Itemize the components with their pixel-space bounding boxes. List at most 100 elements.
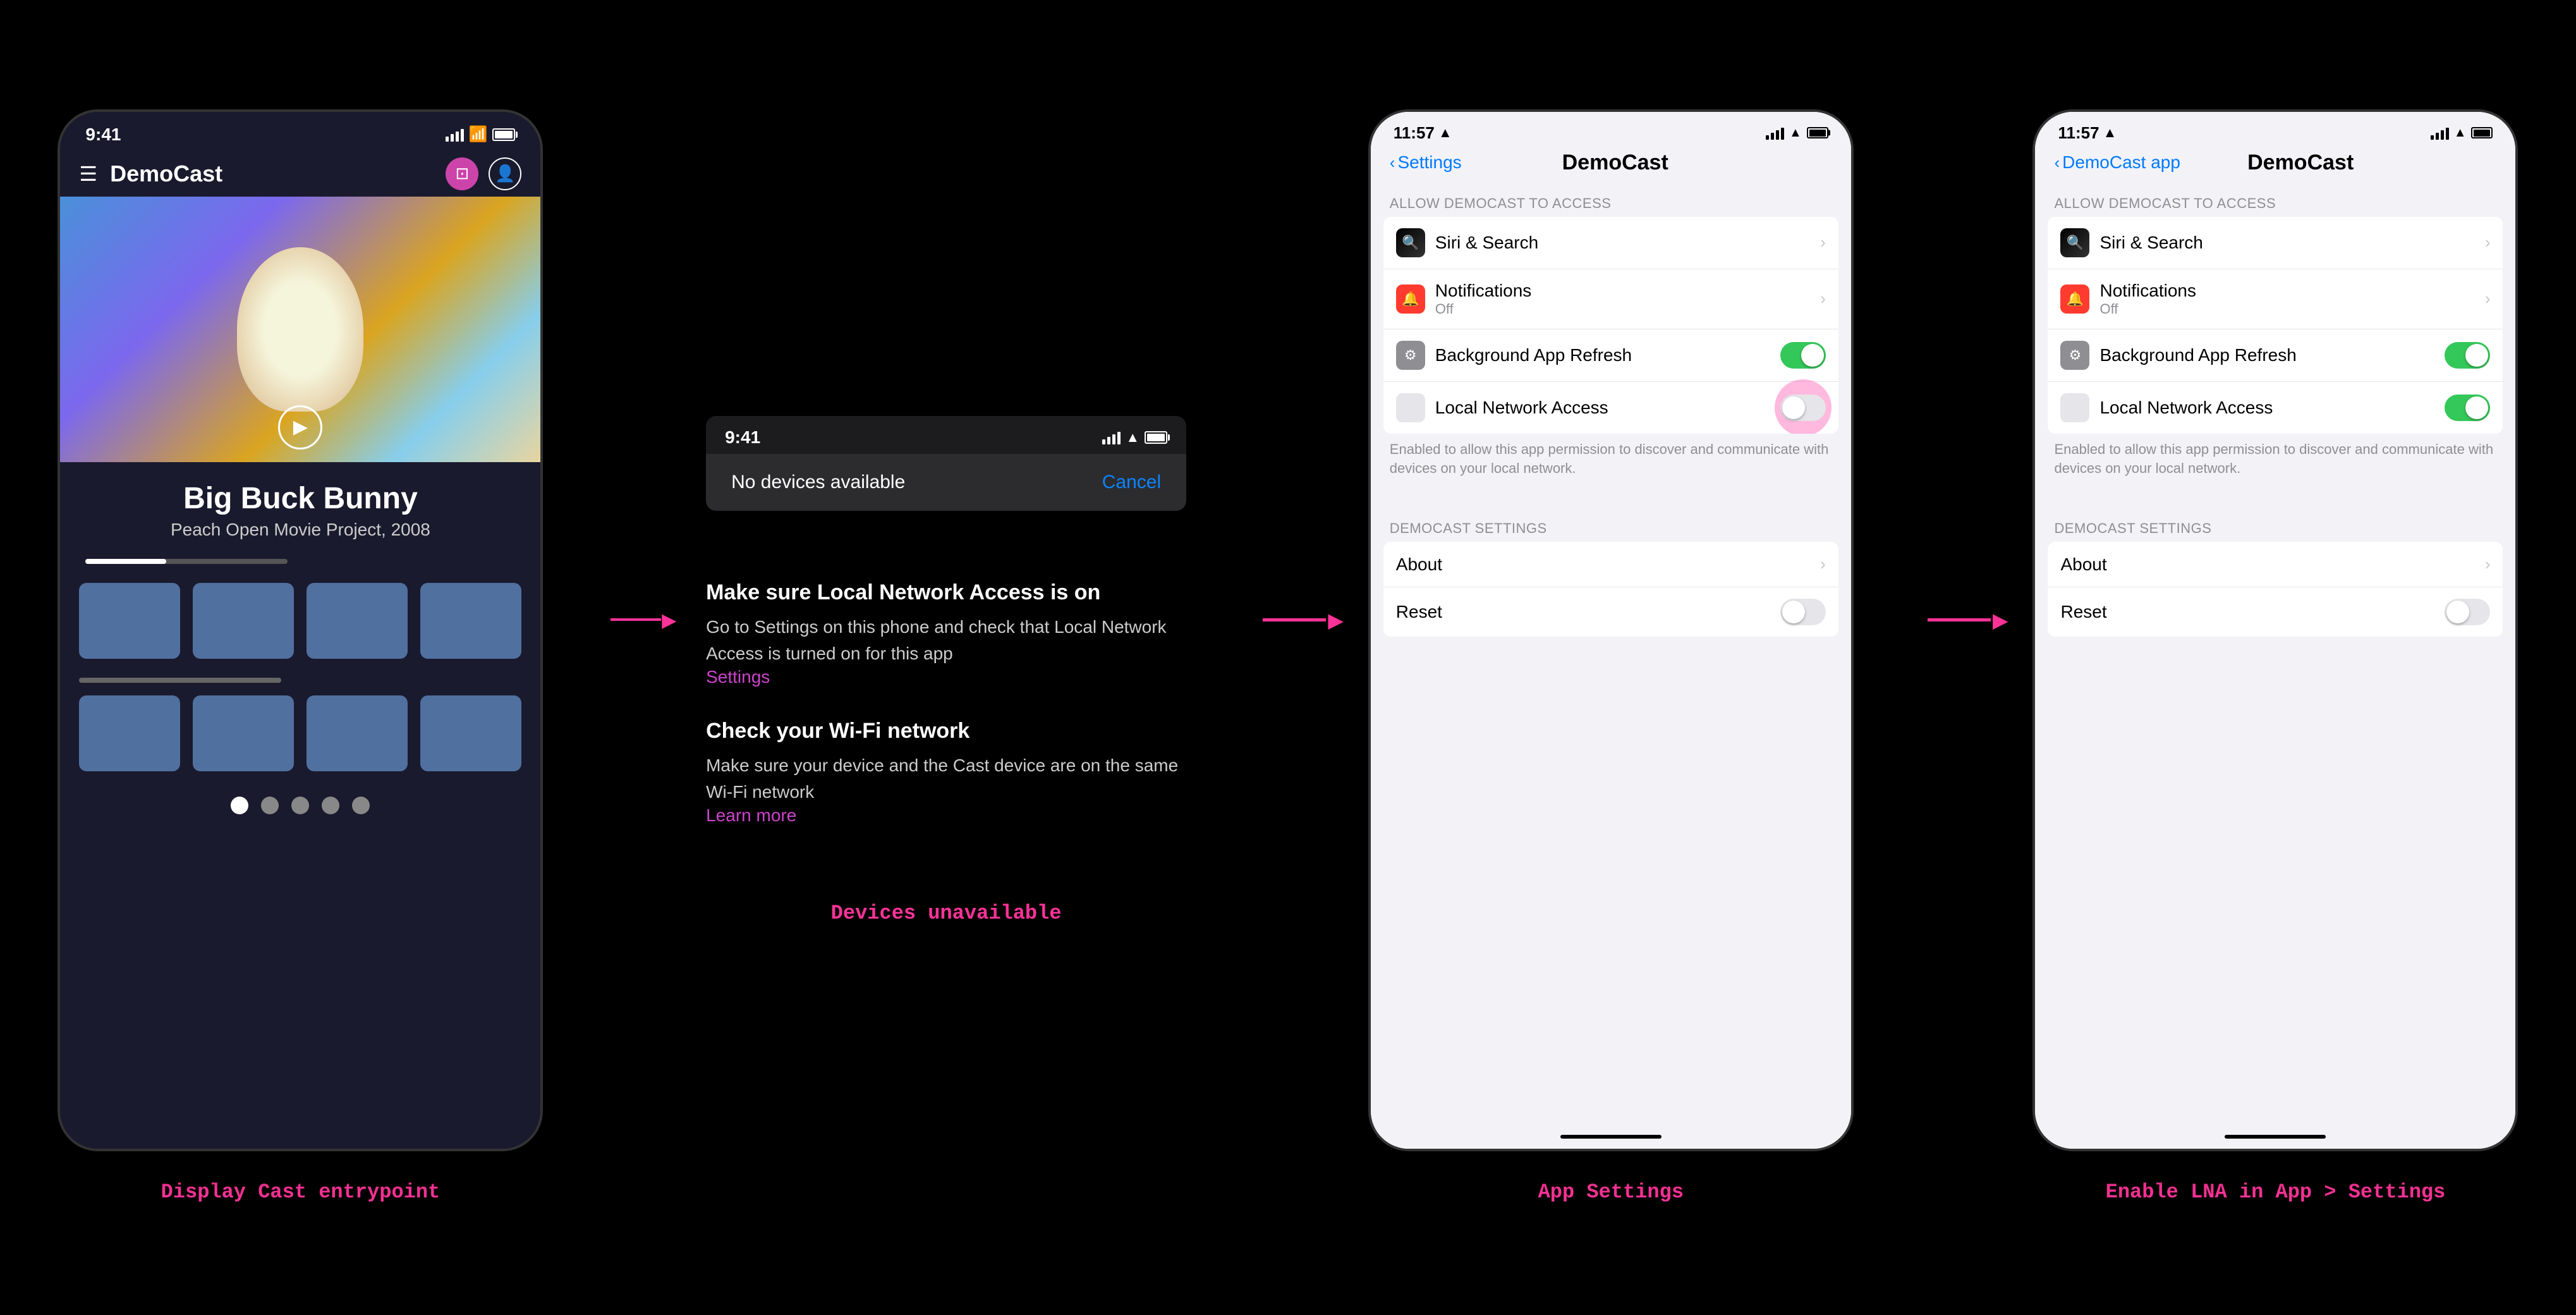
signal-icon-2: [1102, 431, 1121, 444]
notif-label-3: Notifications: [1435, 281, 1820, 301]
back-label-4: DemoCast app: [2062, 152, 2180, 173]
reset-label-wrapper-4: Reset: [2060, 602, 2445, 622]
cancel-button[interactable]: Cancel: [1102, 472, 1161, 493]
bgrefresh-row-4[interactable]: ⚙ Background App Refresh: [2048, 329, 2503, 382]
bgrefresh-row-3[interactable]: ⚙ Background App Refresh: [1383, 329, 1838, 382]
settings-screen-4: 11:57 ▲ ▲: [2035, 112, 2515, 1149]
lna-label-4: Local Network Access: [2099, 398, 2445, 418]
lna-toggle-4[interactable]: [2445, 394, 2490, 421]
lna-toggle-3[interactable]: [1780, 394, 1826, 421]
about-chevron-3: ›: [1820, 554, 1826, 574]
time-display: 9:41: [85, 125, 121, 145]
dot-1[interactable]: [231, 797, 248, 814]
dot-3[interactable]: [291, 797, 309, 814]
progress-fill: [85, 559, 166, 564]
back-button-3[interactable]: ‹ Settings: [1390, 152, 1462, 173]
dot-4[interactable]: [322, 797, 339, 814]
reset-row-3[interactable]: Reset: [1383, 587, 1838, 637]
home-indicator-4: [2225, 1135, 2326, 1139]
bgrefresh-toggle-4[interactable]: [2445, 342, 2490, 369]
thumbnail-7[interactable]: [307, 695, 408, 771]
no-devices-text: No devices available: [731, 472, 905, 493]
notif-chevron-3: ›: [1820, 289, 1826, 309]
battery-3: [1807, 127, 1828, 138]
siri-glyph-4: 🔍: [2067, 235, 2084, 251]
screen-title-3: DemoCast: [1462, 150, 1769, 175]
bgrefresh-icon-4: ⚙: [2060, 341, 2089, 370]
thumbnail-2[interactable]: [193, 583, 294, 659]
inst1-link[interactable]: Settings: [706, 667, 1186, 687]
wifi-icon: 📶: [469, 125, 488, 144]
siri-icon-4: 🔍: [2060, 228, 2089, 257]
notif-icon-3: 🔔: [1396, 284, 1425, 314]
hero-image: ▶: [60, 197, 540, 462]
siri-row-3[interactable]: 🔍 Siri & Search ›: [1383, 217, 1838, 269]
lna-icon-4: [2060, 393, 2089, 422]
thumbnail-4[interactable]: [420, 583, 521, 659]
back-label-3: Settings: [1397, 152, 1461, 173]
bgrefresh-icon-3: ⚙: [1396, 341, 1425, 370]
dot-2[interactable]: [261, 797, 279, 814]
progress-bar[interactable]: [85, 559, 288, 564]
status-right-icons: 📶: [446, 125, 516, 144]
network-note-3: Enabled to allow this app permission to …: [1371, 434, 1851, 489]
menu-icon[interactable]: ☰: [79, 162, 97, 186]
reset-label-wrapper-3: Reset: [1396, 602, 1780, 622]
dot-5[interactable]: [352, 797, 370, 814]
settings-nav-4: ‹ DemoCast app DemoCast: [2035, 148, 2515, 183]
reset-toggle-3[interactable]: [1780, 599, 1826, 625]
instruction-2: Check your Wi-Fi network Make sure your …: [706, 719, 1186, 826]
cast-icon[interactable]: ⊡: [446, 157, 478, 190]
about-row-4[interactable]: About ›: [2048, 542, 2503, 587]
thumbnail-1[interactable]: [79, 583, 180, 659]
signal-icon: [446, 128, 464, 142]
inst2-body: Make sure your device and the Cast devic…: [706, 752, 1186, 805]
phone3-frame: 11:57 ▲ ▲: [1371, 112, 1851, 1149]
wifi-icon-2: ▲: [1126, 429, 1139, 446]
screen-title-4: DemoCast: [2180, 150, 2421, 175]
time-location-3: 11:57 ▲: [1394, 123, 1452, 143]
access-section-label-3: ALLOW DEMOCAST TO ACCESS: [1371, 183, 1851, 217]
notif-label-wrapper-3: Notifications Off: [1435, 281, 1820, 317]
section4: 11:57 ▲ ▲: [2035, 112, 2515, 1204]
wifi-4: ▲: [2454, 126, 2467, 140]
back-chevron-4: ‹: [2054, 153, 2060, 173]
reset-row-4[interactable]: Reset: [2048, 587, 2503, 637]
inst2-title: Check your Wi-Fi network: [706, 719, 1186, 743]
notif-chevron-4: ›: [2485, 289, 2491, 309]
notif-row-4[interactable]: 🔔 Notifications Off ›: [2048, 269, 2503, 329]
inst2-link[interactable]: Learn more: [706, 805, 1186, 826]
about-row-3[interactable]: About ›: [1383, 542, 1838, 587]
notif-label-wrapper-4: Notifications Off: [2099, 281, 2484, 317]
thumbnail-3[interactable]: [307, 583, 408, 659]
lna-label-wrapper-4: Local Network Access: [2099, 398, 2445, 418]
wifi-3: ▲: [1789, 126, 1802, 140]
siri-chevron-3: ›: [1820, 233, 1826, 252]
gear-glyph-3: ⚙: [1404, 347, 1417, 364]
play-button[interactable]: ▶: [278, 405, 322, 450]
devices-unavailable-panel: 9:41 ▲ No devices available Cancel: [706, 416, 1186, 511]
thumbnail-8[interactable]: [420, 695, 521, 771]
bgrefresh-label-3: Background App Refresh: [1435, 345, 1780, 365]
notif-row-3[interactable]: 🔔 Notifications Off ›: [1383, 269, 1838, 329]
siri-glyph-3: 🔍: [1402, 235, 1419, 251]
profile-icon[interactable]: 👤: [489, 157, 521, 190]
settings-card-3: 🔍 Siri & Search › 🔔 Notifications Off: [1383, 217, 1838, 434]
access-section-label-4: ALLOW DEMOCAST TO ACCESS: [2035, 183, 2515, 217]
settings-nav-3: ‹ Settings DemoCast: [1371, 148, 1851, 183]
signal-3: [1766, 126, 1784, 140]
lna-row-3[interactable]: Local Network Access: [1383, 382, 1838, 434]
thumbnail-6[interactable]: [193, 695, 294, 771]
lna-row-4[interactable]: Local Network Access: [2048, 382, 2503, 434]
signal-4: [2431, 126, 2449, 140]
siri-icon-3: 🔍: [1396, 228, 1425, 257]
back-button-4[interactable]: ‹ DemoCast app: [2054, 152, 2180, 173]
siri-label-4: Siri & Search: [2099, 233, 2484, 253]
siri-row-4[interactable]: 🔍 Siri & Search ›: [2048, 217, 2503, 269]
instruction-1: Make sure Local Network Access is on Go …: [706, 580, 1186, 687]
bgrefresh-toggle-3[interactable]: [1780, 342, 1826, 369]
democast-section-label-3: DEMOCAST SETTINGS: [1371, 508, 1851, 542]
thumbnail-5[interactable]: [79, 695, 180, 771]
reset-toggle-4[interactable]: [2445, 599, 2490, 625]
thumbnail-row-1: [60, 577, 540, 665]
